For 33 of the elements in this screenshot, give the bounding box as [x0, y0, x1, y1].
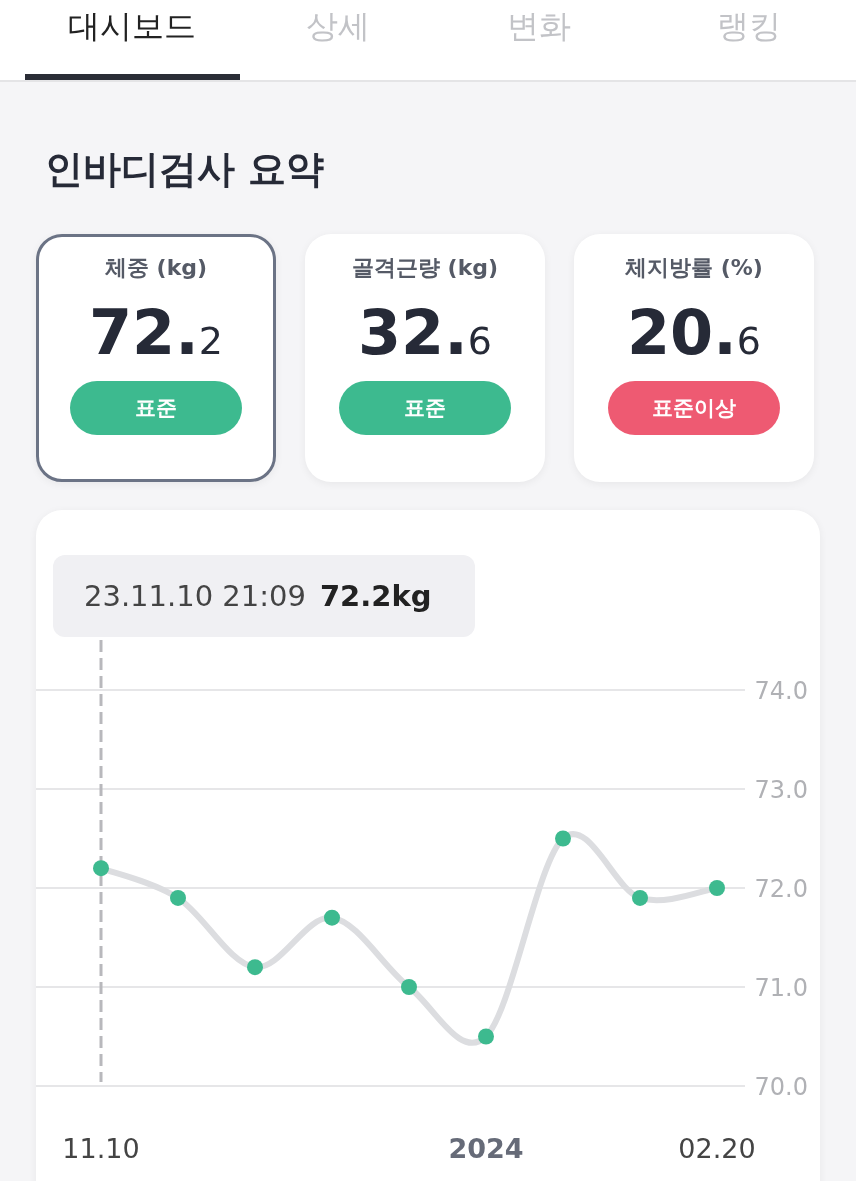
- data-point: [324, 909, 340, 926]
- data-point: [93, 860, 109, 877]
- metric-label: 체지방률 (%): [625, 254, 763, 282]
- data-point: [401, 979, 417, 995]
- status-badge: 표준: [339, 381, 511, 436]
- x-axis-label: 2024: [448, 1133, 524, 1164]
- status-badge: 표준: [70, 381, 242, 436]
- tab[interactable]: 대시보드: [25, 0, 240, 80]
- y-axis-label: 74.0: [754, 677, 808, 705]
- data-point: [478, 1028, 494, 1045]
- metric-value: 72.2: [89, 299, 223, 368]
- data-point: [247, 959, 263, 976]
- data-point: [555, 830, 571, 847]
- data-point: [632, 889, 648, 906]
- metric-label: 체중 (kg): [104, 254, 208, 282]
- metric-card[interactable]: 골격근량 (kg) 32.6 표준: [305, 234, 545, 482]
- metric-value: 32.6: [358, 299, 492, 368]
- metric-card[interactable]: 체지방률 (%) 20.6 표준이상: [574, 234, 814, 482]
- y-axis-label: 73.0: [754, 776, 808, 804]
- tooltip-value: 72.2kg: [319, 579, 432, 613]
- y-axis-label: 72.0: [754, 875, 808, 903]
- section-title: 인바디검사 요약: [44, 146, 326, 193]
- data-point: [709, 880, 725, 896]
- tooltip-date: 23.11.10 21:09: [84, 579, 306, 613]
- x-axis-label: 11.10: [62, 1133, 140, 1164]
- data-point: [170, 889, 186, 906]
- x-axis-label: 02.20: [678, 1133, 756, 1164]
- status-badge: 표준이상: [608, 381, 780, 436]
- y-axis-label: 71.0: [754, 974, 808, 1002]
- metric-label: 골격근량 (kg): [351, 254, 499, 282]
- metric-card[interactable]: 체중 (kg) 72.2 표준: [36, 234, 276, 482]
- metric-value: 20.6: [627, 299, 761, 368]
- y-axis-label: 70.0: [754, 1073, 808, 1101]
